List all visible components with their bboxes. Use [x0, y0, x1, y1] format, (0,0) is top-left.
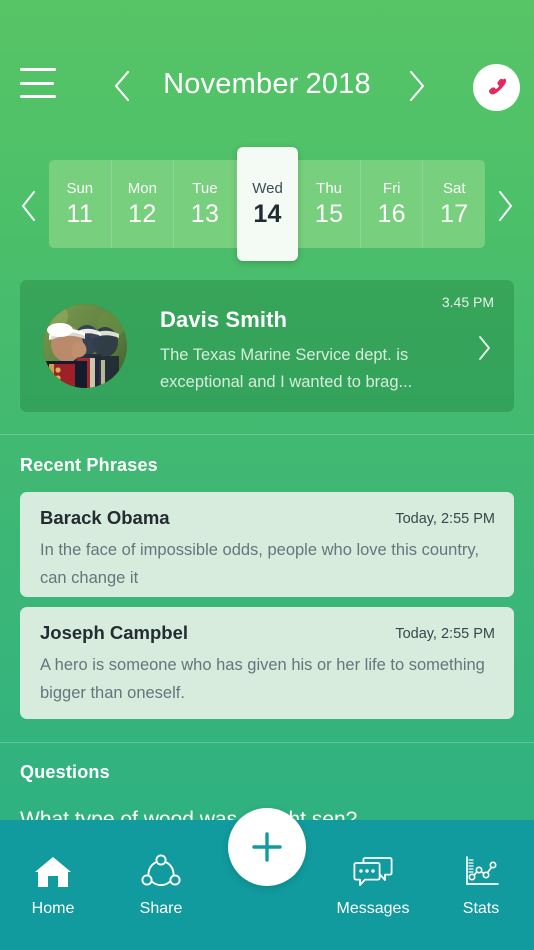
phrase-card-2[interactable]: Joseph Campbel Today, 2:55 PM A hero is …: [20, 607, 514, 719]
nav-item-stats[interactable]: Stats: [433, 850, 529, 918]
phrase-quote: A hero is someone who has given his or h…: [40, 656, 485, 702]
day-cell-sat[interactable]: Sat 17: [423, 160, 486, 248]
featured-message-card[interactable]: 3.45 PM Davis Smith The Texas Marine Ser…: [20, 280, 514, 412]
avatar-image: [43, 304, 127, 388]
section-divider: [0, 742, 534, 743]
nav-label-messages: Messages: [336, 900, 410, 917]
nav-item-messages[interactable]: Messages: [325, 850, 421, 918]
phrase-time: Today, 2:55 PM: [395, 626, 495, 642]
nav-label-share: Share: [139, 900, 183, 917]
day-cell-sun[interactable]: Sun 11: [49, 160, 112, 248]
line-chart-icon: [460, 850, 502, 894]
questions-title: Questions: [20, 762, 110, 782]
phrase-author: Joseph Campbel: [40, 622, 189, 643]
home-icon: [32, 850, 74, 894]
header-month: November: [163, 68, 299, 100]
next-week-button[interactable]: [490, 184, 520, 228]
share-nodes-icon: [141, 850, 181, 894]
day-cell-tue[interactable]: Tue 13: [174, 160, 237, 248]
hamburger-menu-icon[interactable]: [20, 68, 56, 98]
page-title: November 2018: [0, 68, 534, 101]
phrase-time: Today, 2:55 PM: [395, 511, 495, 527]
app-screen: November 2018 Sun 11 Mon 12 Tue 13 Wed 1…: [0, 0, 534, 950]
chevron-right-icon: [499, 191, 512, 221]
day-weekday: Fri: [382, 179, 401, 197]
day-weekday: Sat: [443, 179, 466, 197]
day-cell-fri[interactable]: Fri 16: [360, 160, 424, 248]
week-days: Sun 11 Mon 12 Tue 13 Wed 14 Thu 15 Fri 1…: [49, 147, 486, 261]
phone-handset-icon: [488, 77, 506, 94]
nav-label-home: Home: [31, 900, 75, 917]
phrase-card-1[interactable]: Barack Obama Today, 2:55 PM In the face …: [20, 492, 514, 597]
nav-label-stats: Stats: [462, 900, 500, 917]
day-number: 13: [190, 199, 220, 228]
hamburger-bar: [20, 95, 56, 98]
chevron-left-icon: [22, 191, 35, 221]
nav-item-home[interactable]: Home: [5, 850, 101, 918]
day-number: 16: [377, 199, 406, 228]
hamburger-bar: [20, 81, 54, 85]
day-number: 11: [66, 199, 94, 228]
day-weekday: Tue: [192, 179, 218, 197]
message-preview: The Texas Marine Service dept. is except…: [160, 346, 413, 391]
add-button-fab[interactable]: [228, 808, 306, 886]
date-strip: Sun 11 Mon 12 Tue 13 Wed 14 Thu 15 Fri 1…: [0, 147, 534, 261]
chevron-right-icon: [478, 336, 490, 360]
day-weekday: Sun: [66, 179, 94, 197]
day-number: 15: [314, 199, 344, 228]
phrase-quote: In the face of impossible odds, people w…: [40, 541, 480, 587]
previous-week-button[interactable]: [14, 184, 44, 228]
day-cell-wed-selected[interactable]: Wed 14: [236, 147, 299, 261]
day-number: 17: [440, 199, 469, 228]
day-cell-mon[interactable]: Mon 12: [111, 160, 175, 248]
call-button[interactable]: [473, 64, 520, 111]
chevron-right-icon: [409, 70, 425, 102]
next-month-button[interactable]: [400, 66, 434, 106]
marine-salute-avatar: [43, 304, 127, 388]
day-number: 14: [253, 199, 282, 228]
chat-bubbles-icon: [352, 850, 394, 894]
message-time: 3.45 PM: [441, 294, 494, 310]
hamburger-bar: [20, 68, 56, 71]
day-weekday: Thu: [316, 179, 343, 197]
message-sender-name: Davis Smith: [160, 307, 288, 332]
section-divider: [0, 434, 534, 435]
previous-month-button[interactable]: [105, 66, 139, 106]
phrase-author: Barack Obama: [40, 507, 170, 528]
nav-item-share[interactable]: Share: [113, 850, 209, 918]
day-weekday: Wed: [252, 179, 283, 197]
day-number: 12: [128, 199, 157, 228]
day-weekday: Mon: [127, 179, 157, 197]
app-header: November 2018: [0, 0, 534, 150]
plus-icon: [252, 832, 282, 862]
day-cell-thu[interactable]: Thu 15: [298, 160, 361, 248]
open-message-button[interactable]: [472, 335, 496, 361]
bottom-navigation: Home Share Messages Stats: [0, 808, 534, 950]
chevron-left-icon: [114, 70, 130, 102]
header-year: 2018: [305, 68, 371, 100]
recent-phrases-title: Recent Phrases: [20, 455, 158, 475]
